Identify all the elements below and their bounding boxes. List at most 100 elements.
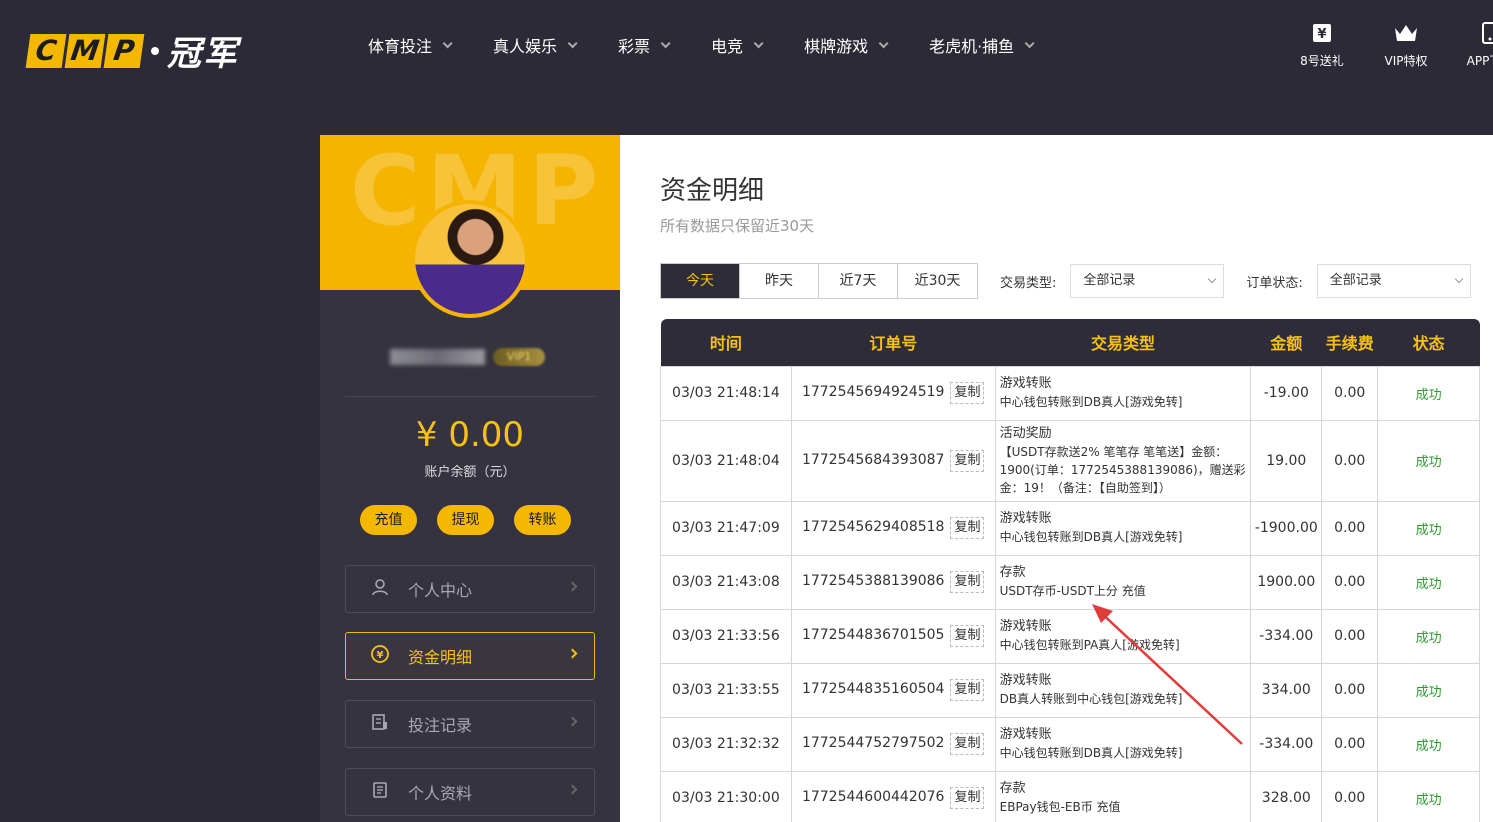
chevron-down-icon xyxy=(1208,274,1217,284)
copy-button[interactable]: 复制 xyxy=(950,679,985,701)
column-header-order: 订单号 xyxy=(791,319,996,366)
fee-value: 0.00 xyxy=(1334,520,1366,536)
transfer-button[interactable]: 转账 xyxy=(514,505,571,535)
sidebar-item-bet-records[interactable]: 投注记录 xyxy=(345,700,595,748)
site-logo[interactable]: C M P 冠军 xyxy=(25,26,239,75)
profile-doc-icon xyxy=(370,781,390,803)
tab-last-7-days[interactable]: 近7天 xyxy=(819,264,898,298)
logo-letter: P xyxy=(103,33,145,68)
cell-status: 成功 xyxy=(1377,608,1480,664)
cell-order: 1772544835160504 复制 xyxy=(790,662,996,718)
cell-fee: 0.00 xyxy=(1321,554,1379,610)
nav-card-games[interactable]: 棋牌游戏 xyxy=(804,32,889,58)
fund-details-panel: 资金明细 所有数据只保留近30天 今天 昨天 近7天 近30天 交易类型: 全部… xyxy=(620,135,1493,822)
nav-label: 电竞 xyxy=(711,37,744,56)
app-download-link[interactable]: APP下载 xyxy=(1448,22,1493,69)
sidebar-item-fund-details[interactable]: ¥ 资金明细 xyxy=(345,632,595,680)
copy-button[interactable]: 复制 xyxy=(950,625,985,647)
nav-label: 体育投注 xyxy=(368,37,433,56)
cell-amount: 334.00 xyxy=(1250,662,1323,718)
vip-level-badge: VIP1 xyxy=(493,348,545,366)
column-header-type: 交易类型 xyxy=(995,319,1251,366)
yen-gift-icon: ¥ xyxy=(1280,22,1364,46)
yen-circle-icon: ¥ xyxy=(370,644,390,668)
transaction-description: USDT存币-USDT上分 充值 xyxy=(999,584,1146,598)
gift-link[interactable]: ¥ 8号送礼 xyxy=(1280,22,1364,69)
cell-fee: 0.00 xyxy=(1321,716,1379,772)
cell-amount: 19.00 xyxy=(1250,419,1323,502)
copy-button[interactable]: 复制 xyxy=(950,517,985,539)
nav-esports[interactable]: 电竞 xyxy=(711,32,764,58)
amount-value: -334.00 xyxy=(1259,736,1314,752)
main-nav: 体育投注 真人娱乐 彩票 电竞 棋牌游戏 老虎机·捕鱼 xyxy=(368,32,1075,58)
cell-fee: 0.00 xyxy=(1321,608,1379,664)
transaction-description: DB真人转账到中心钱包[游戏免转] xyxy=(999,692,1183,706)
type-filter-select[interactable]: 全部记录 xyxy=(1070,264,1225,298)
copy-button[interactable]: 复制 xyxy=(950,733,985,755)
transaction-type: 游戏转账 xyxy=(999,619,1052,634)
tab-yesterday[interactable]: 昨天 xyxy=(740,264,819,298)
wallet-actions: 充值 提现 转账 xyxy=(360,505,591,535)
nav-slots-fishing[interactable]: 老虎机·捕鱼 xyxy=(929,32,1035,58)
cell-time: 03/03 21:48:04 xyxy=(660,419,792,502)
cell-time: 03/03 21:47:09 xyxy=(660,500,792,556)
avatar[interactable] xyxy=(411,200,529,318)
chevron-right-icon xyxy=(567,581,578,592)
account-balance-label: 账户余额（元） xyxy=(424,465,516,480)
tab-last-30-days[interactable]: 近30天 xyxy=(898,264,977,298)
nav-sports[interactable]: 体育投注 xyxy=(368,32,453,58)
copy-button[interactable]: 复制 xyxy=(950,449,985,472)
username-blurred xyxy=(390,349,485,365)
chevron-right-icon xyxy=(567,648,578,659)
copy-button[interactable]: 复制 xyxy=(950,382,985,404)
amount-value: -1900.00 xyxy=(1254,520,1318,536)
chevron-down-icon xyxy=(1454,274,1464,284)
table-row: 03/03 21:32:32 1772544752797502 复制 游戏转账 中心钱包… xyxy=(660,716,1480,772)
cell-order: 1772544752797502 复制 xyxy=(790,716,996,772)
phone-icon xyxy=(1448,22,1493,46)
cell-time: 03/03 21:48:14 xyxy=(660,365,792,421)
copy-button[interactable]: 复制 xyxy=(950,571,985,593)
cell-order: 1772545684393087 复制 xyxy=(790,419,996,502)
vip-link[interactable]: VIP特权 xyxy=(1364,22,1448,69)
chevron-down-icon xyxy=(442,37,453,48)
header-right-links: ¥ 8号送礼 VIP特权 APP下载 xyxy=(1280,22,1493,69)
cell-fee: 0.00 xyxy=(1321,500,1379,556)
cell-status: 成功 xyxy=(1377,419,1480,502)
deposit-button[interactable]: 充值 xyxy=(360,505,417,535)
column-header-amount: 金额 xyxy=(1250,319,1322,366)
cell-type: 游戏转账 中心钱包转账到DB真人[游戏免转] xyxy=(994,500,1252,556)
fee-value: 0.00 xyxy=(1334,452,1366,469)
time-text: 03/03 21:48:04 xyxy=(672,452,780,469)
copy-button[interactable]: 复制 xyxy=(950,787,985,809)
column-header-fee: 手续费 xyxy=(1321,319,1378,366)
tab-today[interactable]: 今天 xyxy=(661,264,740,298)
nav-lottery[interactable]: 彩票 xyxy=(618,32,671,58)
transaction-type: 游戏转账 xyxy=(999,376,1052,391)
nav-live-casino[interactable]: 真人娱乐 xyxy=(493,32,578,58)
cell-amount: -19.00 xyxy=(1250,365,1323,421)
type-filter-label: 交易类型: xyxy=(1000,275,1057,291)
status-filter-select[interactable]: 全部记录 xyxy=(1316,264,1471,298)
column-header-time: 时间 xyxy=(660,319,792,366)
avatar-image xyxy=(415,204,525,314)
cell-amount: -334.00 xyxy=(1250,608,1323,664)
page-title: 资金明细 xyxy=(660,176,765,206)
svg-text:¥: ¥ xyxy=(377,650,384,661)
fee-value: 0.00 xyxy=(1334,574,1366,590)
withdraw-button[interactable]: 提现 xyxy=(437,505,494,535)
sidebar-item-personal-center[interactable]: 个人中心 xyxy=(345,565,595,613)
time-text: 03/03 21:48:14 xyxy=(672,385,780,401)
time-text: 03/03 21:33:55 xyxy=(672,682,780,698)
transaction-description: 中心钱包转账到PA真人[游戏免转] xyxy=(999,638,1180,652)
table-row: 03/03 21:43:08 1772545388139086 复制 存款 USDT存币… xyxy=(660,554,1480,610)
sidebar-item-label: 个人资料 xyxy=(408,784,473,803)
nav-label: 彩票 xyxy=(618,37,651,56)
sidebar-item-label: 投注记录 xyxy=(408,716,473,735)
transaction-type: 存款 xyxy=(999,781,1026,796)
cell-time: 03/03 21:33:56 xyxy=(660,608,792,664)
sidebar-item-profile[interactable]: 个人资料 xyxy=(345,768,595,816)
order-number: 1772544835160504 xyxy=(801,681,945,697)
transaction-description: 【USDT存款送2% 笔笔存 笔笔送】金额：1900(订单：1772545388… xyxy=(999,444,1246,495)
status-badge: 成功 xyxy=(1415,455,1442,470)
